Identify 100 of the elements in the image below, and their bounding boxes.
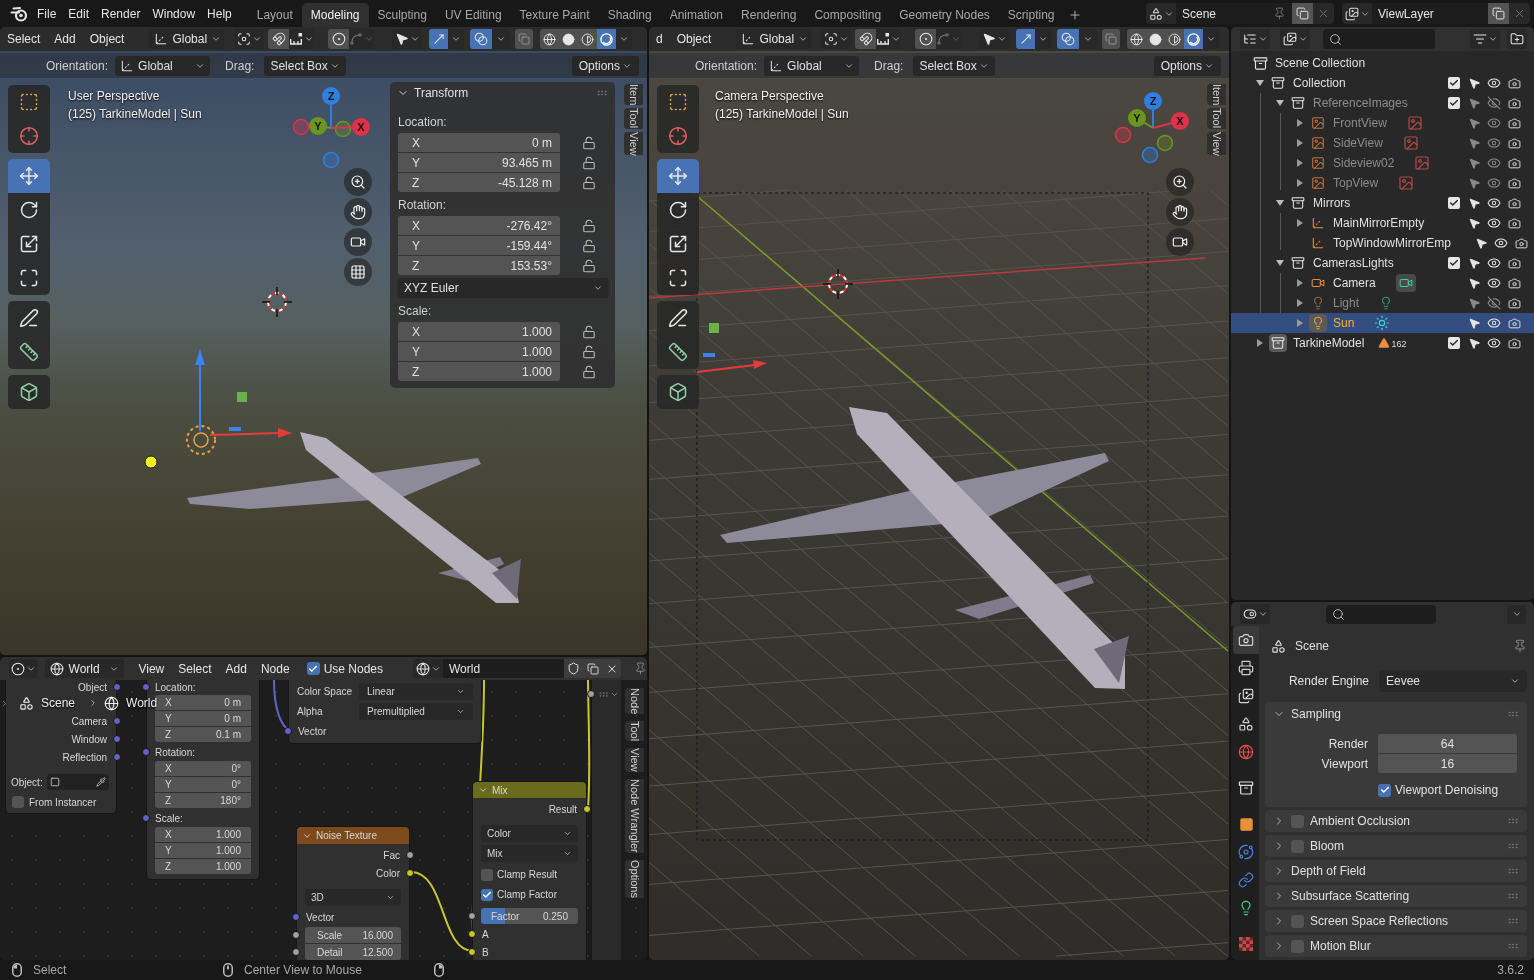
menu-item[interactable]: d: [649, 29, 670, 49]
camera-icon[interactable]: [1507, 336, 1521, 350]
exclude-checkbox[interactable]: [1448, 257, 1460, 269]
camera-icon[interactable]: [1507, 316, 1521, 330]
checkbox[interactable]: [481, 868, 493, 881]
eye-icon[interactable]: [1487, 276, 1501, 290]
shading-button[interactable]: [1127, 29, 1147, 49]
socket-icon[interactable]: [468, 912, 476, 920]
number-field[interactable]: Z 1.000: [155, 859, 251, 874]
triangle-right-icon[interactable]: [1296, 179, 1304, 187]
negative-axis-handle[interactable]: [292, 118, 310, 136]
number-field[interactable]: Detail 12.500: [305, 944, 401, 960]
drag-dropdown[interactable]: Select Box: [913, 55, 995, 76]
camera-view-button[interactable]: [1166, 228, 1194, 256]
unlocked-padlock-icon[interactable]: [582, 135, 596, 150]
bar-handle-icon[interactable]: [703, 353, 715, 357]
pan-button[interactable]: [1166, 198, 1194, 226]
bar-handle-icon[interactable]: [229, 427, 241, 431]
side-tab[interactable]: View: [1207, 131, 1226, 156]
checkbox[interactable]: [1378, 783, 1391, 797]
tool-button[interactable]: [657, 375, 699, 409]
axis-handle[interactable]: X: [1152, 112, 1189, 130]
drag-dropdown[interactable]: Select Box: [264, 55, 346, 76]
eye-off-icon[interactable]: [1487, 296, 1501, 310]
shading-button[interactable]: [597, 29, 617, 49]
eye-icon[interactable]: [1487, 336, 1501, 350]
negative-axis-handle[interactable]: [334, 120, 352, 138]
tool-button[interactable]: [8, 85, 50, 119]
factor-slider[interactable]: Factor 0.250: [481, 908, 578, 924]
pointer-icon[interactable]: [1467, 316, 1481, 330]
x-axis-arrow[interactable]: [209, 428, 292, 438]
camera-icon[interactable]: [1507, 296, 1521, 310]
square-handle-icon[interactable]: [709, 323, 719, 333]
unlink-button[interactable]: [602, 659, 621, 678]
number-field[interactable]: Y 93.465 m: [398, 153, 560, 172]
workspace-tab[interactable]: Scripting: [998, 3, 1064, 27]
triangle-down-icon[interactable]: [1256, 79, 1264, 87]
ortho-toggle-button[interactable]: [344, 258, 372, 286]
checkbox[interactable]: [306, 662, 320, 675]
tool-button[interactable]: [8, 375, 50, 409]
selectability-dropdown[interactable]: [392, 29, 423, 49]
eye-icon[interactable]: [1487, 256, 1501, 270]
orientation-dropdown[interactable]: Global: [149, 29, 225, 49]
negative-axis-handle[interactable]: [1141, 146, 1159, 164]
negative-axis-handle[interactable]: [1156, 134, 1174, 152]
tool-button[interactable]: [657, 335, 699, 369]
socket-icon[interactable]: [587, 690, 595, 698]
workspace-tab[interactable]: Compositing: [805, 3, 891, 27]
number-field[interactable]: Y 1.000: [398, 342, 560, 361]
orientation-dropdown[interactable]: Global: [736, 29, 812, 49]
number-field[interactable]: Z -45.128 m: [398, 173, 560, 192]
proportional-toggle[interactable]: [328, 29, 350, 49]
pivot-dropdown[interactable]: [821, 29, 852, 49]
chevron-right-icon[interactable]: [0, 699, 9, 708]
workspace-tab[interactable]: Modeling: [301, 3, 369, 27]
unlocked-padlock-icon[interactable]: [582, 218, 596, 233]
zoom-button[interactable]: [1166, 168, 1194, 196]
snap-dropdown[interactable]: [289, 29, 315, 49]
pointer-icon[interactable]: [1467, 76, 1481, 90]
tool-button[interactable]: [8, 335, 50, 369]
pointer-icon[interactable]: [1467, 336, 1481, 350]
pointer-icon[interactable]: [1467, 276, 1481, 290]
axis-handle[interactable]: Z: [1144, 92, 1162, 129]
data-dropdown[interactable]: [1146, 3, 1176, 24]
selectability-dropdown[interactable]: [979, 29, 1010, 49]
pointer-icon[interactable]: [1474, 236, 1488, 250]
checkbox[interactable]: [1291, 914, 1304, 928]
triangle-down-icon[interactable]: [1276, 99, 1284, 107]
menu-item[interactable]: Object: [82, 29, 132, 49]
filter-dropdown[interactable]: [1470, 29, 1500, 49]
logo-icon[interactable]: [10, 5, 28, 22]
tool-button[interactable]: [657, 261, 699, 295]
dropdown-field[interactable]: 3D: [305, 889, 401, 906]
view-layer-name-field[interactable]: ViewLayer: [1372, 3, 1488, 24]
xray-toggle[interactable]: [1102, 29, 1121, 49]
shader-type-dropdown[interactable]: World: [44, 659, 125, 678]
dot-icon[interactable]: [144, 455, 158, 469]
triangle-right-icon[interactable]: [1296, 279, 1304, 287]
number-field[interactable]: Y 0 m: [155, 711, 251, 726]
number-field[interactable]: Y 1.000: [155, 843, 251, 858]
camera-icon[interactable]: [1507, 96, 1521, 110]
workspace-tab[interactable]: Geometry Nodes: [890, 3, 999, 27]
workspace-tab[interactable]: UV Editing: [435, 3, 511, 27]
unlocked-padlock-icon[interactable]: [582, 344, 596, 359]
xray-toggle[interactable]: [515, 29, 534, 49]
number-field[interactable]: Z 153.53°: [398, 256, 560, 275]
menu-item[interactable]: File: [31, 2, 63, 25]
menu-item[interactable]: Object: [669, 29, 719, 49]
side-tab[interactable]: Tool: [625, 721, 644, 742]
menu-item[interactable]: Render: [95, 2, 147, 25]
number-field[interactable]: X -276.42°: [398, 216, 560, 235]
dropdown-field[interactable]: Premultiplied: [359, 702, 473, 720]
search-field[interactable]: [1323, 29, 1435, 49]
unlocked-padlock-icon[interactable]: [582, 258, 596, 273]
number-field[interactable]: 64: [1378, 734, 1517, 753]
selected-row[interactable]: Sun: [1231, 313, 1534, 333]
exclude-checkbox[interactable]: [1448, 197, 1460, 209]
x-axis-arrow[interactable]: [696, 360, 767, 373]
gizmo-toggle[interactable]: [1016, 29, 1036, 49]
search-field[interactable]: [1326, 604, 1436, 624]
